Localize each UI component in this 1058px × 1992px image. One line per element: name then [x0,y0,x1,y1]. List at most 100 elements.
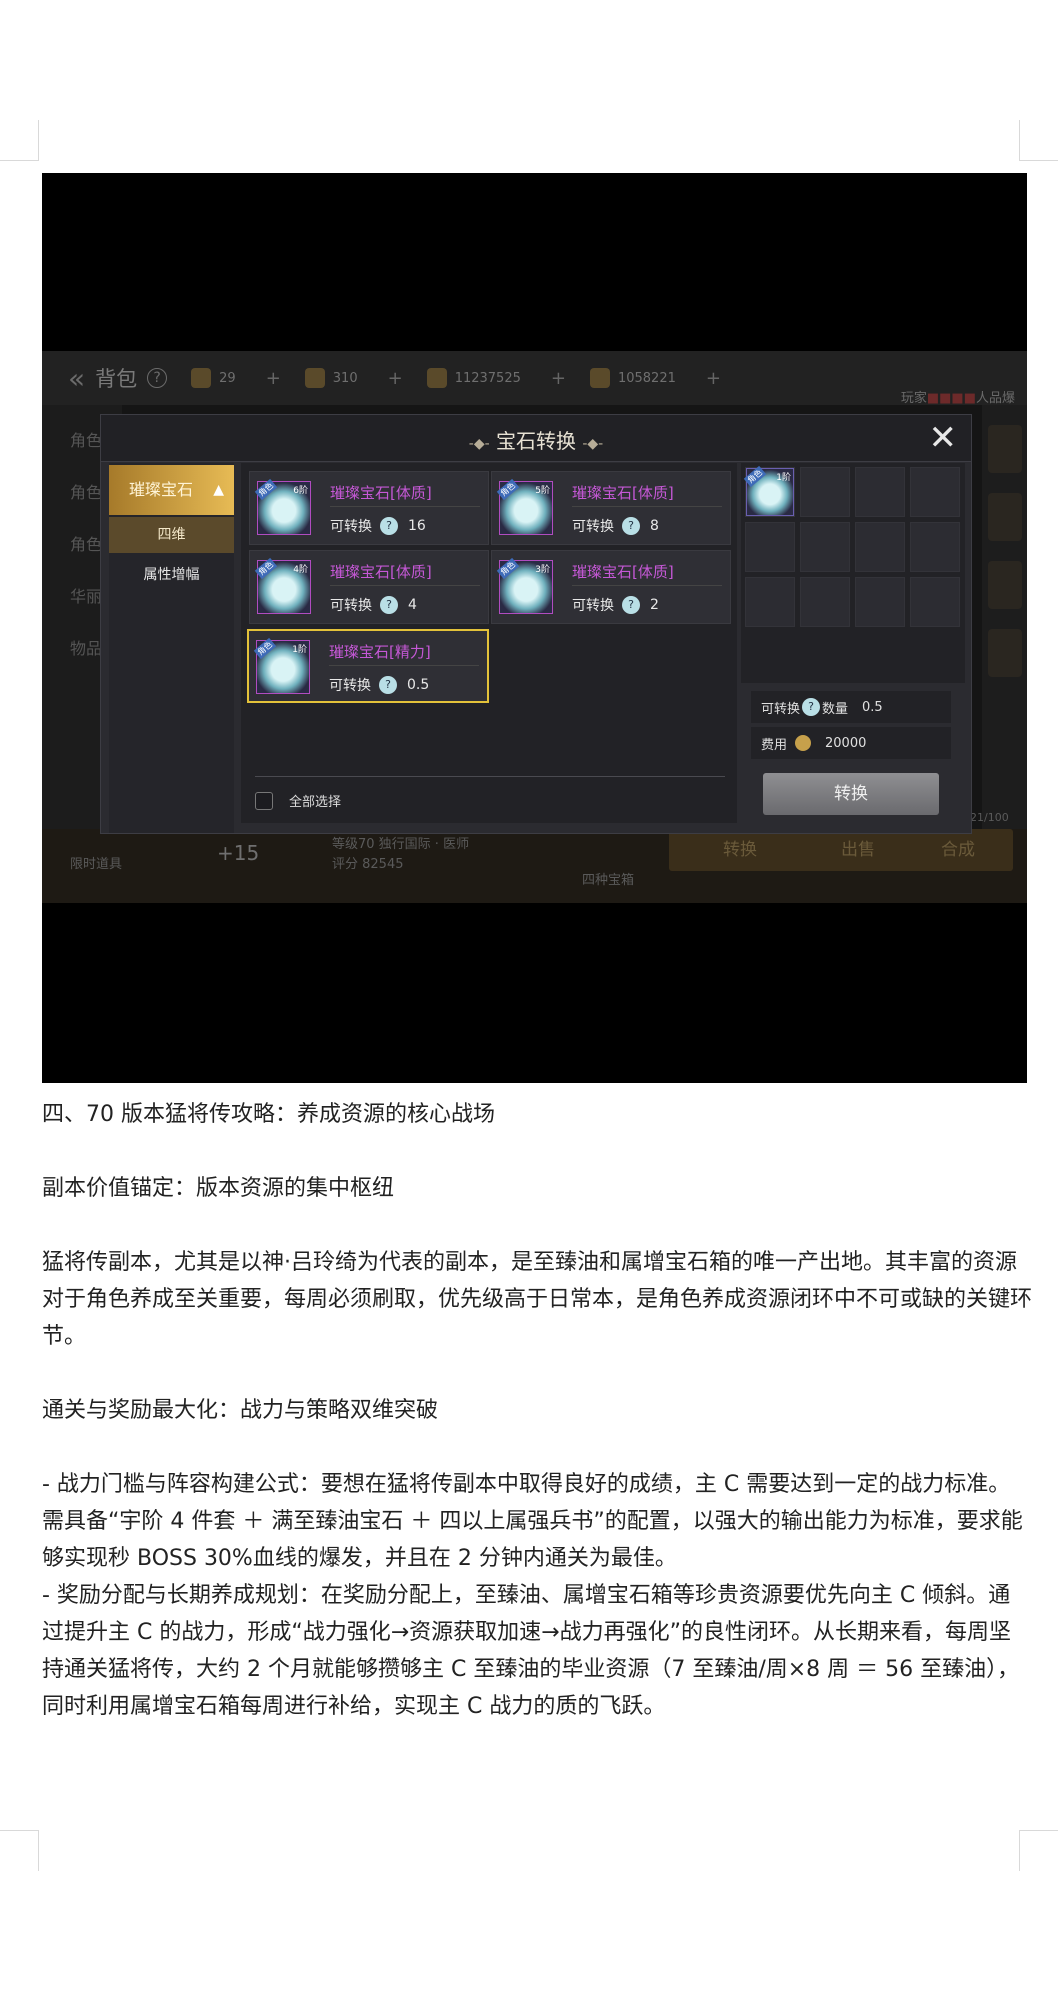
gem-currency-icon: ? [380,517,398,535]
category-attr-boost[interactable]: 属性增幅 [109,555,234,595]
item-thumb[interactable] [988,561,1022,609]
gem-card[interactable]: 角色 6阶 璀璨宝石[体质] 可转换? 16 [249,471,489,545]
gem-icon: 角色 5阶 [496,478,553,535]
boost-badge: +15 [217,841,260,865]
resource-3: 11237525 + [426,368,566,389]
back-arrow-icon[interactable]: « [68,362,85,395]
close-icon[interactable]: ✕ [929,421,958,455]
gem-list: 角色 6阶 璀璨宝石[体质] 可转换? 16 角色 5阶 璀璨宝石[体质] 可转换? 8… [241,463,737,823]
grid-slot[interactable] [855,467,905,517]
gem-currency-icon: ? [802,698,821,716]
gem-card-selected[interactable]: 角色 1阶 璀璨宝石[精力] 可转换? 0.5 [247,629,489,703]
gem-card[interactable]: 角色 5阶 璀璨宝石[体质] 可转换? 8 [491,471,731,545]
player-level-text: 等级70 独行国际 · 医师 [332,837,470,852]
grid-slot[interactable] [800,577,850,627]
gem-name: 璀璨宝石[精力] [329,643,431,661]
item-thumb[interactable] [988,425,1022,473]
gem-card[interactable]: 角色 4阶 璀璨宝石[体质] 可转换? 4 [249,550,489,624]
grid-slot[interactable] [910,467,960,517]
grid-slot[interactable] [855,577,905,627]
gem-currency-icon: ? [379,676,397,694]
gem-icon: 角色 4阶 [254,557,311,614]
bag-capacity: 21/100 [970,811,1009,824]
gem-convertible: 可转换? 2 [572,596,659,614]
article-body: 四、70 版本猛将传攻略：养成资源的核心战场 副本价值锚定：版本资源的集中枢纽 … [42,1096,1032,1725]
bullet-paragraph: - 战力门槛与阵容构建公式：要想在猛将传副本中取得良好的成绩，主 C 需要达到一… [42,1472,1023,1571]
resource-4: 1058221 + [589,368,721,389]
coin-icon [795,735,812,751]
gem-convert-dialog: -◆- 宝石转换 -◆- ✕ 璀璨宝石 ▲ 四维 属性增幅 角色 6阶 璀璨宝石[体… [100,414,972,834]
convert-button[interactable]: 转换 [763,773,939,815]
gem-name: 璀璨宝石[体质] [572,484,674,502]
add-icon[interactable]: + [551,368,566,389]
add-icon[interactable]: + [388,368,403,389]
game-bottombar: 限时道具 +15 等级70 独行国际 · 医师 评分 82545 四种宝箱 转换… [42,829,1027,903]
selected-gem-grid: 角色 1阶 [741,463,965,683]
gem-currency-icon: ? [622,517,640,535]
grid-slot[interactable] [855,522,905,572]
select-all-checkbox[interactable] [255,791,273,810]
crystal-icon [304,368,325,388]
coupon-icon [191,368,212,388]
gem-convertible: 可转换? 0.5 [329,676,430,694]
category-four-stats[interactable]: 四维 [109,517,234,553]
bullet-paragraph: - 奖励分配与长期养成规划：在奖励分配上，至臻油、属增宝石箱等珍贵资源要优先向主… [42,1583,1020,1719]
help-icon[interactable]: ? [147,368,168,388]
add-icon[interactable]: + [706,368,721,389]
cost-row: 费用 20000 [751,727,951,759]
subheading: 副本价值锚定：版本资源的集中枢纽 [42,1176,395,1201]
gem-currency-icon: ? [380,596,398,614]
page-corner-mark [1019,120,1058,161]
grid-slot[interactable] [800,467,850,517]
grid-slot[interactable] [800,522,850,572]
bag-coin-icon [589,368,610,388]
resource-1: 29 + [191,368,281,389]
page-corner-mark [1019,1830,1058,1871]
gem-name: 璀璨宝石[体质] [330,563,432,581]
grid-slot[interactable] [910,522,960,572]
gem-icon: 角色 6阶 [254,478,311,535]
divider [255,776,725,777]
add-icon[interactable]: + [266,368,281,389]
subheading: 通关与奖励最大化：战力与策略双维突破 [42,1398,439,1423]
convert-amount-row: 可转换? 数量 0.5 [751,691,951,723]
category-brilliant-gem[interactable]: 璀璨宝石 ▲ [109,465,234,515]
gem-convertible: 可转换? 16 [330,517,426,535]
ornament-icon: -◆- [468,436,490,452]
section-heading: 四、70 版本猛将传攻略：养成资源的核心战场 [42,1102,495,1127]
page-corner-mark [0,1830,39,1871]
gem-convertible: 可转换? 4 [330,596,417,614]
chevron-up-icon: ▲ [213,482,224,498]
paragraph: 猛将传副本，尤其是以神·吕玲绮为代表的副本，是至臻油和属增宝石箱的唯一产出地。其… [42,1250,1033,1349]
grid-slot[interactable] [910,577,960,627]
gold-icon [426,368,447,388]
dialog-title: -◆- 宝石转换 -◆- [468,429,604,453]
item-thumb[interactable] [988,493,1022,541]
player-name: 玩家■■■■人品爆 [900,391,1015,406]
gem-convertible: 可转换? 8 [572,517,659,535]
item-thumb[interactable] [988,629,1022,677]
game-screenshot: « 背包 ? 29 + 310 + 11237525 + 1058221 + 玩家■■■… [42,173,1027,1083]
ornament-icon: -◆- [582,436,604,452]
gem-icon: 角色 1阶 [743,465,794,516]
chest-label: 四种宝箱 [582,873,635,888]
gem-icon: 角色 1阶 [253,637,310,694]
right-item-column [982,405,1027,855]
game-topbar: « 背包 ? 29 + 310 + 11237525 + 1058221 + 玩家■■■… [42,351,1027,406]
grid-slot[interactable] [745,577,795,627]
combine-button[interactable]: 合成 [903,829,1013,871]
gem-currency-icon: ? [622,596,640,614]
grid-slot[interactable] [745,522,795,572]
limited-items-label[interactable]: 限时道具 [70,853,122,872]
gem-name: 璀璨宝石[体质] [330,484,432,502]
gem-name: 璀璨宝石[体质] [572,563,674,581]
bag-title: 背包 [95,367,138,391]
select-all[interactable]: 全部选择 [255,791,341,810]
grid-slot-filled[interactable]: 角色 1阶 [743,465,795,517]
gem-card[interactable]: 角色 3阶 璀璨宝石[体质] 可转换? 2 [491,550,731,624]
page-corner-mark [0,120,39,161]
resource-2: 310 + [304,368,403,389]
dialog-header: -◆- 宝石转换 -◆- ✕ [101,415,971,462]
category-sidebar: 璀璨宝石 ▲ 四维 属性增幅 [109,463,234,833]
gem-icon: 角色 3阶 [496,557,553,614]
